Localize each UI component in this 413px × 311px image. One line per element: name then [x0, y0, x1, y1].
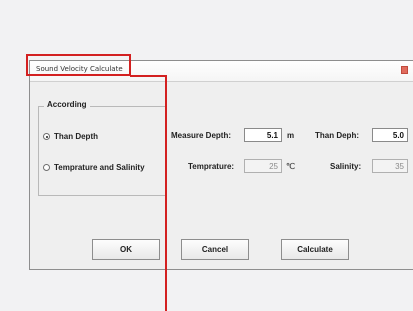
than-depth-input[interactable]: 5.0: [372, 128, 408, 142]
group-legend: According: [44, 100, 90, 109]
ok-button[interactable]: OK: [92, 239, 160, 260]
radio-label: Temprature and Salinity: [54, 163, 145, 172]
measure-depth-unit: m: [287, 131, 295, 140]
radio-temperature-salinity[interactable]: Temprature and Salinity: [43, 163, 145, 172]
than-depth-label: Than Deph:: [315, 131, 359, 140]
sound-velocity-dialog: Sound Velocity Calculate According Than …: [29, 60, 413, 270]
close-icon[interactable]: [401, 66, 408, 74]
annotation-line-vertical: [165, 75, 167, 311]
radio-button-icon[interactable]: [43, 133, 50, 140]
salinity-input[interactable]: 35: [372, 159, 408, 173]
radio-than-depth[interactable]: Than Depth: [43, 132, 98, 141]
temperature-label: Temprature:: [188, 162, 235, 171]
according-groupbox: According Than Depth Temprature and Sali…: [38, 100, 166, 196]
measure-depth-label: Measure Depth:: [171, 131, 232, 140]
temperature-input[interactable]: 25: [244, 159, 282, 173]
annotation-highlight-box: [26, 54, 131, 76]
calculate-button[interactable]: Calculate: [281, 239, 349, 260]
measure-depth-input[interactable]: 5.1: [244, 128, 282, 142]
radio-label: Than Depth: [54, 132, 98, 141]
cancel-button[interactable]: Cancel: [181, 239, 249, 260]
temperature-unit: ℃: [286, 162, 295, 171]
screenshot-root: Sound Velocity Calculate According Than …: [0, 0, 413, 311]
annotation-line-horizontal: [130, 75, 167, 77]
salinity-label: Salinity:: [330, 162, 362, 171]
radio-button-icon[interactable]: [43, 164, 50, 171]
